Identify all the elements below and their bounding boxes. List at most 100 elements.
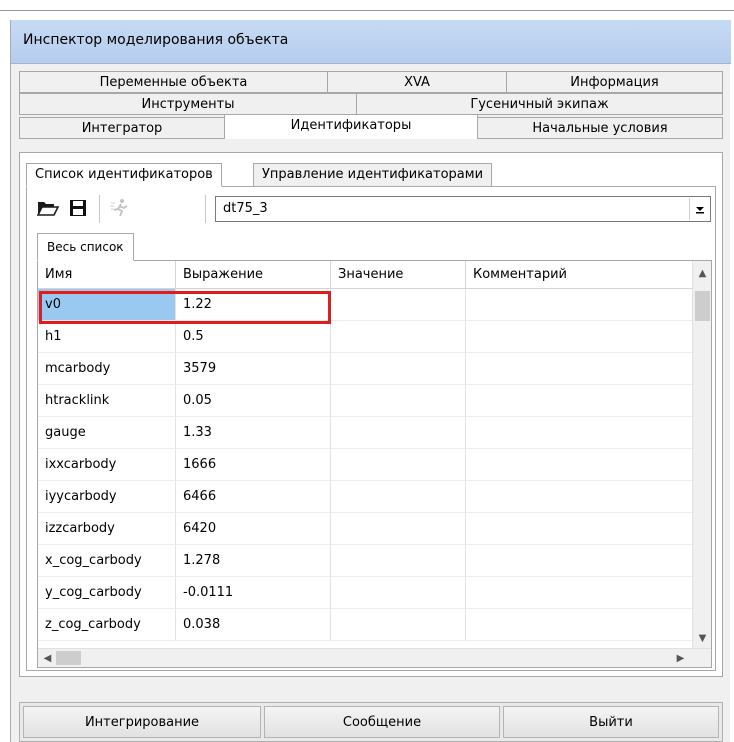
cell-comment[interactable]	[466, 449, 693, 481]
column-header-expression[interactable]: Выражение	[176, 261, 331, 289]
table-row[interactable]: ixxcarbody 1666	[38, 449, 693, 481]
combo-value: dt75_3	[223, 201, 268, 216]
identifiers-page: Список идентификаторов Управление иденти…	[19, 152, 723, 677]
cell-value[interactable]	[331, 417, 466, 449]
cell-value[interactable]	[331, 577, 466, 609]
cell-expression[interactable]: 6466	[176, 481, 331, 513]
tab-row-2: Инструменты Гусеничный экипаж	[19, 93, 723, 115]
tab-tracked-vehicle[interactable]: Гусеничный экипаж	[356, 93, 723, 115]
table-body: v0 1.22 h1 0.5 mcarbody 3579 htracklink 0.05 gau…	[38, 289, 693, 641]
table-row[interactable]: x_cog_carbody 1.278	[38, 545, 693, 577]
identifier-list-panel: dt75_3 Весь список Имя Выражение Значени…	[26, 186, 716, 671]
cell-value[interactable]	[331, 385, 466, 417]
cell-comment[interactable]	[466, 513, 693, 545]
tab-row-3: Интегратор Идентификаторы Начальные усло…	[19, 114, 723, 139]
table-row[interactable]: mcarbody 3579	[38, 353, 693, 385]
cell-name[interactable]: x_cog_carbody	[38, 545, 176, 577]
column-header-name[interactable]: Имя	[38, 261, 176, 289]
cell-name[interactable]: mcarbody	[38, 353, 176, 385]
open-folder-icon[interactable]	[35, 195, 61, 221]
chevron-down-icon[interactable]	[689, 198, 709, 220]
scroll-down-icon[interactable]: ▼	[694, 630, 711, 647]
tab-information[interactable]: Информация	[506, 71, 723, 93]
cell-value[interactable]	[331, 289, 466, 321]
cell-name[interactable]: z_cog_carbody	[38, 609, 176, 641]
table-row[interactable]: gauge 1.33	[38, 417, 693, 449]
cell-comment[interactable]	[466, 577, 693, 609]
table-row[interactable]: htracklink 0.05	[38, 385, 693, 417]
table-row[interactable]: v0 1.22	[38, 289, 693, 321]
tab-object-variables[interactable]: Переменные объекта	[19, 71, 328, 93]
subtab-identifier-list[interactable]: Список идентификаторов	[26, 163, 222, 187]
cell-expression[interactable]: 1.22	[176, 289, 331, 321]
identifiers-table: Имя Выражение Значение Комментарий v0 1.2…	[37, 260, 712, 668]
tab-initial-conditions[interactable]: Начальные условия	[477, 117, 723, 139]
cell-name[interactable]: ixxcarbody	[38, 449, 176, 481]
cell-comment[interactable]	[466, 481, 693, 513]
exit-button[interactable]: Выйти	[503, 706, 719, 738]
scroll-up-icon[interactable]: ▲	[694, 265, 711, 282]
run-icon[interactable]	[107, 195, 133, 221]
cell-name[interactable]: gauge	[38, 417, 176, 449]
cell-name[interactable]: h1	[38, 321, 176, 353]
tab-row-1: Переменные объекта XVA Информация	[19, 71, 723, 93]
cell-expression[interactable]: 0.038	[176, 609, 331, 641]
column-header-comment[interactable]: Комментарий	[466, 261, 693, 289]
cell-name[interactable]: v0	[38, 289, 176, 321]
cell-value[interactable]	[331, 321, 466, 353]
subtab-identifier-management[interactable]: Управление идентификаторами	[253, 163, 493, 187]
cell-value[interactable]	[331, 513, 466, 545]
cell-name[interactable]: izzcarbody	[38, 513, 176, 545]
cell-value[interactable]	[331, 449, 466, 481]
tab-identifiers[interactable]: Идентификаторы	[224, 114, 478, 139]
cell-expression[interactable]: 1666	[176, 449, 331, 481]
tab-full-list[interactable]: Весь список	[37, 233, 134, 261]
save-icon[interactable]	[65, 195, 91, 221]
scroll-left-icon[interactable]: ◀	[39, 650, 56, 667]
scroll-right-icon[interactable]: ▶	[672, 650, 689, 667]
cell-expression[interactable]: 0.05	[176, 385, 331, 417]
cell-value[interactable]	[331, 353, 466, 385]
cell-value[interactable]	[331, 481, 466, 513]
cell-expression[interactable]: -0.0111	[176, 577, 331, 609]
cell-comment[interactable]	[466, 417, 693, 449]
cell-name[interactable]: iyycarbody	[38, 481, 176, 513]
table-row[interactable]: y_cog_carbody -0.0111	[38, 577, 693, 609]
cell-expression[interactable]: 1.33	[176, 417, 331, 449]
tab-tools[interactable]: Инструменты	[19, 93, 357, 115]
identifier-set-select[interactable]: dt75_3	[215, 196, 711, 222]
column-header-value[interactable]: Значение	[331, 261, 466, 289]
tab-xva[interactable]: XVA	[327, 71, 507, 93]
vertical-scroll-thumb[interactable]	[695, 291, 710, 321]
cell-value[interactable]	[331, 545, 466, 577]
message-button[interactable]: Сообщение	[264, 706, 500, 738]
cell-expression[interactable]: 1.278	[176, 545, 331, 577]
cell-comment[interactable]	[466, 385, 693, 417]
cell-comment[interactable]	[466, 353, 693, 385]
cell-name[interactable]: y_cog_carbody	[38, 577, 176, 609]
cell-name[interactable]: htracklink	[38, 385, 176, 417]
footer-bar: Интегрирование Сообщение Выйти	[19, 702, 723, 742]
cell-comment[interactable]	[466, 289, 693, 321]
cell-expression[interactable]: 6420	[176, 513, 331, 545]
cell-value[interactable]	[331, 609, 466, 641]
cell-expression[interactable]: 0.5	[176, 321, 331, 353]
toolbar-separator	[205, 195, 206, 223]
table-row[interactable]: izzcarbody 6420	[38, 513, 693, 545]
tab-integrator[interactable]: Интегратор	[19, 117, 225, 139]
table-row[interactable]: h1 0.5	[38, 321, 693, 353]
horizontal-scroll-thumb[interactable]	[56, 651, 81, 665]
horizontal-scrollbar[interactable]: ◀ ▶	[38, 648, 711, 667]
top-divider	[0, 10, 734, 11]
inspector-window: Инспектор моделирования объекта Переменн…	[10, 20, 731, 742]
integrate-button[interactable]: Интегрирование	[23, 706, 261, 738]
table-row[interactable]: iyycarbody 6466	[38, 481, 693, 513]
table-row[interactable]: z_cog_carbody 0.038	[38, 609, 693, 641]
cell-expression[interactable]: 3579	[176, 353, 331, 385]
cell-comment[interactable]	[466, 609, 693, 641]
vertical-scrollbar[interactable]: ▲ ▼	[692, 261, 711, 649]
window-title: Инспектор моделирования объекта	[23, 32, 289, 48]
table-header: Имя Выражение Значение Комментарий	[38, 261, 693, 289]
cell-comment[interactable]	[466, 321, 693, 353]
cell-comment[interactable]	[466, 545, 693, 577]
